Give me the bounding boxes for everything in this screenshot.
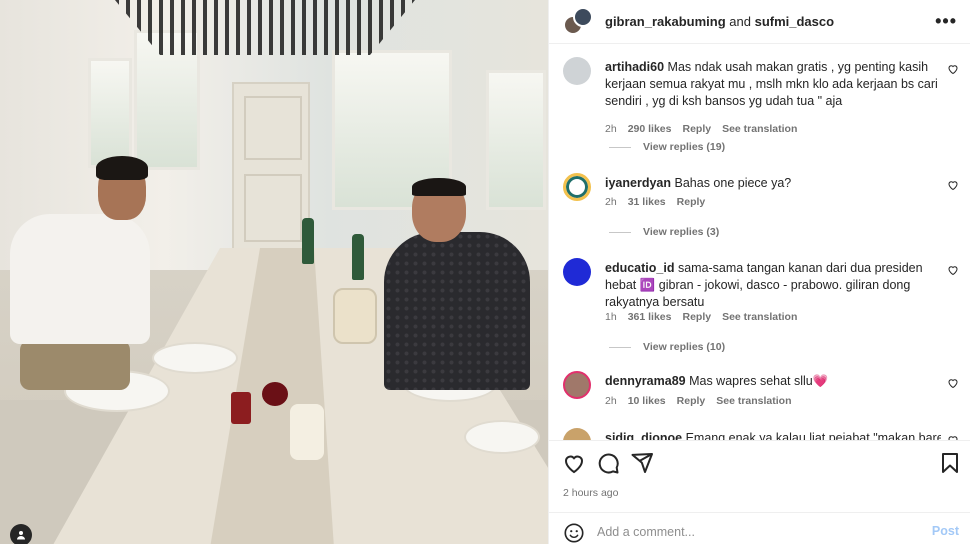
avatar[interactable] — [563, 428, 591, 440]
post-comment-button[interactable]: Post — [932, 524, 959, 538]
heart-icon[interactable] — [947, 264, 959, 276]
photo-jar — [333, 288, 377, 344]
comment-replies: View replies (10) — [563, 341, 963, 355]
comment-time[interactable]: 1h — [605, 311, 617, 323]
reply-button[interactable]: Reply — [682, 311, 711, 323]
reply-button[interactable]: Reply — [677, 196, 706, 208]
comment-item: artihadi60 Mas ndak usah makan gratis , … — [563, 57, 963, 152]
photo-plate — [152, 342, 238, 374]
post-header: gibran_rakabuming and sufmi_dasco ••• — [549, 0, 970, 44]
comment-likes[interactable]: 10 likes — [628, 395, 666, 407]
photo-bottle — [352, 234, 364, 280]
comment-text: educatio_id sama-sama tangan kanan dari … — [605, 260, 941, 311]
photo-window — [88, 58, 132, 168]
heart-icon[interactable] — [947, 63, 959, 75]
comment-username[interactable]: dennyrama89 — [605, 374, 686, 388]
post-authors: gibran_rakabuming and sufmi_dasco — [605, 14, 834, 29]
comment-username[interactable]: sidiq_djonoe — [605, 431, 682, 440]
photo-plate — [464, 420, 540, 454]
photo-chandelier — [115, 0, 415, 55]
comment-body: Bahas one piece ya? — [674, 176, 792, 190]
comment-time[interactable]: 2h — [605, 395, 617, 407]
comment-text: sidiq_djonoe Emang enak ya kalau liat pe… — [605, 430, 941, 440]
heart-icon[interactable] — [947, 179, 959, 191]
photo-candle — [290, 404, 324, 460]
see-translation-button[interactable]: See translation — [716, 395, 791, 407]
avatar[interactable] — [563, 258, 591, 286]
comment-input[interactable] — [597, 521, 897, 543]
comments-list[interactable]: artihadi60 Mas ndak usah makan gratis , … — [549, 45, 970, 440]
comment-meta: 1h 361 likes Reply See translation — [605, 311, 808, 323]
author-avatars[interactable] — [563, 6, 593, 37]
comment-item: dennyrama89 Mas wapres sehat sllu💗 2h 10… — [563, 371, 963, 411]
see-translation-button[interactable]: See translation — [722, 311, 797, 323]
post-actions-bar — [549, 440, 970, 484]
photo-rose — [262, 382, 288, 406]
comment-likes[interactable]: 290 likes — [628, 123, 672, 135]
comment-username[interactable]: artihadi60 — [605, 60, 664, 74]
comment-username[interactable]: iyanerdyan — [605, 176, 671, 190]
avatar[interactable] — [563, 57, 591, 85]
photo-bottle — [302, 218, 314, 264]
tagged-users-icon[interactable] — [10, 524, 32, 544]
avatar[interactable] — [563, 371, 591, 399]
comment-username[interactable]: educatio_id — [605, 261, 674, 275]
comment-item: iyanerdyan Bahas one piece ya? 2h 31 lik… — [563, 173, 963, 213]
add-comment-bar: Post — [549, 512, 970, 544]
comment-icon[interactable] — [596, 451, 620, 475]
emoji-icon[interactable] — [563, 522, 585, 544]
photo-person-right — [380, 178, 530, 390]
post-timestamp[interactable]: 2 hours ago — [563, 487, 618, 499]
reply-button[interactable]: Reply — [677, 395, 706, 407]
comment-replies: View replies (3) — [563, 226, 963, 240]
avatar[interactable] — [563, 173, 591, 201]
comment-meta: 2h 290 likes Reply See translation — [605, 123, 808, 135]
send-icon[interactable] — [630, 451, 654, 475]
view-replies-button[interactable]: View replies (19) — [609, 141, 725, 153]
comment-replies: View replies (19) — [563, 141, 963, 155]
comment-meta: 2h 31 likes Reply — [605, 196, 716, 208]
photo-red-candle — [231, 392, 251, 424]
see-translation-button[interactable]: See translation — [722, 123, 797, 135]
photo-person-left — [10, 156, 150, 390]
bookmark-icon[interactable] — [938, 451, 962, 475]
comment-body: Mas wapres sehat sllu💗 — [689, 374, 829, 388]
comment-likes[interactable]: 31 likes — [628, 196, 666, 208]
comment-time[interactable]: 2h — [605, 196, 617, 208]
comment-likes[interactable]: 361 likes — [628, 311, 672, 323]
avatar[interactable] — [573, 6, 593, 27]
view-replies-label: View replies (19) — [643, 141, 726, 153]
author-username[interactable]: gibran_rakabuming — [605, 14, 726, 29]
author-username[interactable]: sufmi_dasco — [755, 14, 834, 29]
comment-text: dennyrama89 Mas wapres sehat sllu💗 — [605, 373, 941, 390]
comment-body: Emang enak ya kalau liat pejabat "makan … — [685, 431, 941, 440]
view-replies-label: View replies (3) — [643, 226, 720, 238]
comment-text: artihadi60 Mas ndak usah makan gratis , … — [605, 59, 941, 110]
view-replies-button[interactable]: View replies (10) — [609, 341, 725, 353]
reply-button[interactable]: Reply — [682, 123, 711, 135]
heart-icon[interactable] — [562, 451, 586, 475]
author-joiner: and — [729, 14, 751, 29]
comment-item: educatio_id sama-sama tangan kanan dari … — [563, 258, 963, 338]
view-replies-label: View replies (10) — [643, 341, 726, 353]
post-sidebar: gibran_rakabuming and sufmi_dasco ••• ar… — [548, 0, 970, 544]
comment-item: sidiq_djonoe Emang enak ya kalau liat pe… — [563, 428, 963, 440]
heart-icon[interactable] — [947, 377, 959, 389]
post-photo[interactable] — [0, 0, 548, 544]
comment-text: iyanerdyan Bahas one piece ya? — [605, 175, 941, 192]
more-horizontal-icon[interactable]: ••• — [935, 12, 957, 30]
comment-meta: 2h 10 likes Reply See translation — [605, 395, 803, 407]
comment-time[interactable]: 2h — [605, 123, 617, 135]
view-replies-button[interactable]: View replies (3) — [609, 226, 719, 238]
photo-door — [232, 82, 310, 252]
